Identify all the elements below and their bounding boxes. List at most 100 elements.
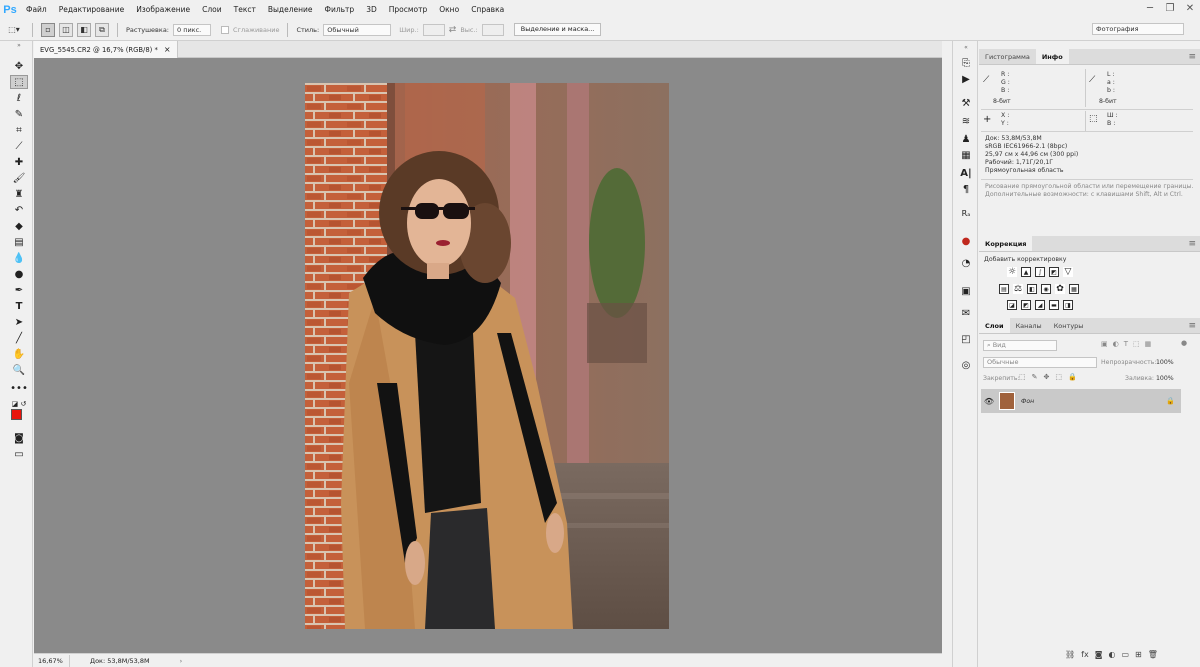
clone-stamp-tool-icon[interactable]: ♜ [10, 187, 28, 201]
history-brush-tool-icon[interactable]: ↶ [10, 203, 28, 217]
eye-icon[interactable]: 👁 [981, 397, 997, 406]
blur-tool-icon[interactable]: 💧 [10, 251, 28, 265]
feather-input[interactable]: 0 пикс. [173, 23, 211, 36]
gradient-map-icon[interactable]: ▬ [1049, 300, 1059, 310]
quick-mask-icon[interactable]: ◙ [10, 431, 28, 445]
menu-edit[interactable]: Редактирование [53, 0, 130, 19]
curves-icon[interactable]: ∫ [1035, 267, 1045, 277]
zoom-field[interactable]: 16,67% [34, 654, 70, 667]
path-selection-tool-icon[interactable]: ➤ [10, 315, 28, 329]
layer-row[interactable]: 👁 Фон 🔒 [981, 389, 1181, 413]
paragraph-panel-icon[interactable]: ¶ [959, 183, 973, 196]
status-menu-arrow[interactable]: › [180, 657, 183, 665]
new-layer-icon[interactable]: ⊞ [1135, 650, 1142, 659]
screen-mode-icon[interactable]: ▭ [10, 447, 28, 461]
menu-select[interactable]: Выделение [262, 0, 319, 19]
marquee-preset-icon[interactable]: ⬚▾ [4, 23, 24, 37]
close-tab-icon[interactable]: × [164, 45, 171, 54]
gradient-tool-icon[interactable]: ▤ [10, 235, 28, 249]
tab-adjustments[interactable]: Коррекция [979, 236, 1033, 251]
tab-info[interactable]: Инфо [1035, 49, 1069, 64]
fill-value[interactable]: 100% [1156, 375, 1174, 382]
clone-source-icon[interactable]: ♟ [959, 133, 973, 146]
channel-mixer-icon[interactable]: ✿ [1055, 284, 1065, 294]
minimize-button[interactable]: ─ [1140, 0, 1160, 19]
photo-filter-icon[interactable]: ◉ [1041, 284, 1051, 294]
filter-toggle-icon[interactable]: ● [1181, 339, 1187, 347]
blend-mode-select[interactable]: Обычные [983, 357, 1097, 368]
eraser-tool-icon[interactable]: ◆ [10, 219, 28, 233]
antialias-checkbox[interactable] [221, 25, 229, 34]
add-mask-icon[interactable]: ◙ [1095, 650, 1103, 659]
styles-panel-icon[interactable]: ✉ [959, 307, 973, 320]
hue-saturation-icon[interactable]: ▤ [999, 284, 1009, 294]
history-panel-icon[interactable]: ⎘ [959, 57, 973, 70]
black-white-icon[interactable]: ◧ [1027, 284, 1037, 294]
lasso-tool-icon[interactable]: ℓ [10, 91, 28, 105]
link-layers-icon[interactable]: ⛓ [1065, 650, 1075, 659]
move-tool-icon[interactable]: ✥ [10, 59, 28, 73]
workspace-select[interactable]: Фотография [1092, 23, 1184, 35]
menu-help[interactable]: Справка [465, 0, 510, 19]
3d-panel-icon[interactable]: ◎ [959, 359, 973, 372]
panel-menu-icon[interactable]: ≡ [1188, 49, 1196, 65]
layer-name[interactable]: Фон [1021, 398, 1034, 405]
exposure-icon[interactable]: ◩ [1049, 267, 1059, 277]
threshold-icon[interactable]: ◢ [1035, 300, 1045, 310]
panel-menu-icon[interactable]: ≡ [1188, 236, 1196, 252]
menu-3d[interactable]: 3D [360, 0, 383, 19]
restore-button[interactable]: ❐ [1160, 0, 1180, 19]
line-tool-icon[interactable]: ╱ [10, 331, 28, 345]
collapse-dock-icon[interactable]: « [959, 41, 973, 54]
layer-filter-icons[interactable]: ▣◐T⬚▦ [1101, 340, 1156, 348]
quick-select-tool-icon[interactable]: ✎ [10, 107, 28, 121]
invert-icon[interactable]: ◪ [1007, 300, 1017, 310]
delete-layer-icon[interactable]: 🗑 [1148, 650, 1158, 659]
levels-icon[interactable]: ▲ [1021, 267, 1031, 277]
select-and-mask-button[interactable]: Выделение и маска... [513, 23, 602, 36]
type-tool-icon[interactable]: T [10, 299, 28, 313]
collapse-arrows-icon[interactable]: » [10, 41, 28, 49]
image-canvas[interactable] [305, 83, 669, 629]
menu-filter[interactable]: Фильтр [319, 0, 361, 19]
brush-settings-icon[interactable]: ≋ [959, 115, 973, 128]
tab-channels[interactable]: Каналы [1010, 318, 1048, 333]
color-lookup-icon[interactable]: ▦ [1069, 284, 1079, 294]
tab-paths[interactable]: Контуры [1048, 318, 1090, 333]
tab-layers[interactable]: Слои [979, 318, 1010, 333]
tab-histogram[interactable]: Гистограмма [979, 49, 1036, 64]
width-input[interactable] [422, 23, 445, 36]
style-select[interactable]: Обычный [323, 23, 392, 36]
lock-icons[interactable]: ⬚✎✥⬚🔒 [1019, 373, 1083, 381]
intersect-selection-icon[interactable]: ⧉ [95, 22, 109, 37]
new-selection-icon[interactable]: ▫ [41, 22, 55, 37]
close-button[interactable]: ✕ [1180, 0, 1200, 19]
add-selection-icon[interactable]: ◫ [59, 22, 73, 37]
menu-type[interactable]: Текст [228, 0, 262, 19]
menu-image[interactable]: Изображение [130, 0, 196, 19]
crop-tool-icon[interactable]: ⌗ [10, 123, 28, 137]
brush-tool-icon[interactable]: 🖌 [10, 171, 28, 185]
swatches-panel-icon[interactable]: ◔ [959, 257, 973, 270]
new-adjustment-icon[interactable]: ◐ [1108, 650, 1115, 659]
menu-window[interactable]: Окно [433, 0, 465, 19]
pen-tool-icon[interactable]: ✒ [10, 283, 28, 297]
menu-view[interactable]: Просмотр [383, 0, 434, 19]
document-tab[interactable]: EVG_5545.CR2 @ 16,7% (RGB/8) * × [34, 41, 178, 58]
color-panel-icon[interactable]: ● [959, 235, 973, 248]
height-input[interactable] [481, 23, 504, 36]
selective-color-icon[interactable]: ◨ [1063, 300, 1073, 310]
menu-file[interactable]: Файл [20, 0, 53, 19]
new-group-icon[interactable]: ▭ [1121, 650, 1129, 659]
vibrance-icon[interactable]: ▽ [1063, 267, 1073, 277]
libraries-panel-icon[interactable]: ▣ [959, 285, 973, 298]
properties-panel-icon[interactable]: ▦ [959, 149, 973, 162]
brightness-icon[interactable]: ☼ [1007, 267, 1017, 277]
more-tools-icon[interactable]: ••• [10, 381, 28, 395]
healing-brush-tool-icon[interactable]: ✚ [10, 155, 28, 169]
paths-panel-icon[interactable]: ◰ [959, 333, 973, 346]
subtract-selection-icon[interactable]: ◧ [77, 22, 91, 37]
layer-filter-select[interactable]: ⌕ Вид [983, 340, 1057, 351]
opacity-value[interactable]: 100% [1156, 359, 1174, 366]
dodge-tool-icon[interactable]: ● [10, 267, 28, 281]
